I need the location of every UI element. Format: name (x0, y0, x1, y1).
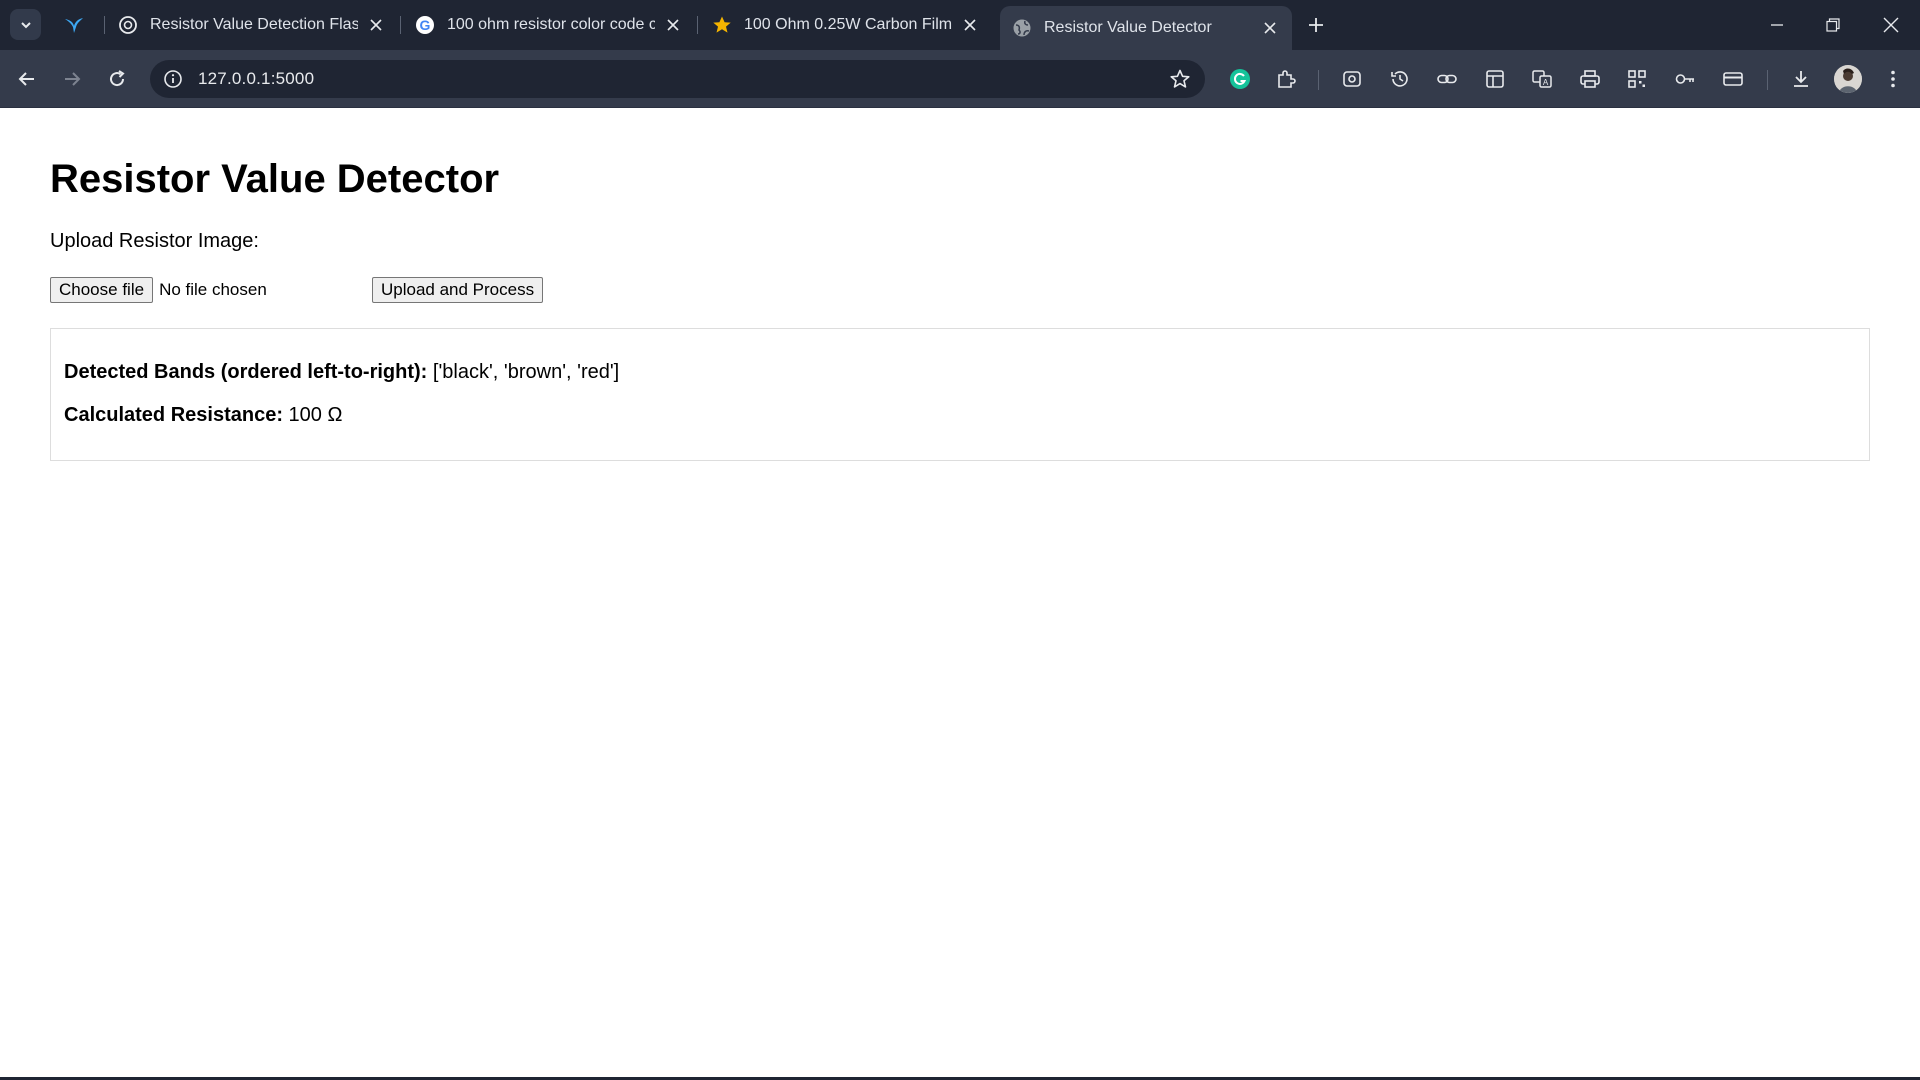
back-button[interactable] (12, 64, 42, 94)
reading-mode-button[interactable] (1480, 64, 1510, 94)
avatar-icon (1834, 65, 1862, 93)
reload-icon (110, 70, 125, 87)
grammarly-extension-button[interactable] (1225, 64, 1255, 94)
svg-text:A: A (1543, 78, 1549, 87)
layout-panel-icon (1486, 70, 1504, 88)
puzzle-icon (1278, 70, 1296, 88)
openai-icon (118, 15, 138, 35)
star-favicon-icon (712, 15, 732, 35)
close-icon[interactable] (1260, 18, 1280, 38)
tab-separator (697, 16, 698, 34)
chevron-down-icon (20, 21, 31, 28)
browser-toolbar: 127.0.0.1:5000 A (0, 50, 1920, 108)
printer-icon (1580, 70, 1600, 88)
tab-title: 100 ohm resistor color code calculator (447, 16, 655, 33)
restore-icon[interactable] (1820, 12, 1846, 38)
resistance-line: Calculated Resistance: 100 Ω (64, 404, 342, 427)
kebab-menu-icon (1891, 70, 1895, 88)
globe-icon (1012, 18, 1032, 38)
tab-strip: Resistor Value Detection Flask G 100 ohm… (0, 0, 1920, 50)
tab-title: 100 Ohm 0.25W Carbon Film Resistor (744, 16, 952, 33)
forward-button[interactable] (57, 64, 87, 94)
profile-avatar[interactable] (1834, 65, 1862, 93)
info-icon[interactable] (162, 68, 184, 90)
close-icon[interactable] (366, 15, 386, 35)
downloads-button[interactable] (1786, 64, 1816, 94)
upload-and-process-button[interactable]: Upload and Process (372, 277, 544, 303)
payment-methods-button[interactable] (1718, 64, 1748, 94)
tab-resistor-detector[interactable]: Resistor Value Detector (1000, 6, 1292, 50)
choose-file-button[interactable]: Choose file (50, 277, 154, 303)
tab-title: Resistor Value Detector (1044, 19, 1212, 36)
tab-resistor-flask[interactable]: Resistor Value Detection Flask (106, 6, 398, 44)
resistance-label: Calculated Resistance: (64, 404, 283, 426)
password-manager-button[interactable] (1670, 64, 1700, 94)
detected-bands-label: Detected Bands (ordered left-to-right): (64, 361, 428, 383)
bookmark-star-icon[interactable] (1169, 68, 1191, 90)
translate-button[interactable]: A (1527, 64, 1557, 94)
close-icon[interactable] (663, 15, 683, 35)
file-status-text: No file chosen (159, 280, 267, 299)
history-icon (1391, 71, 1408, 87)
tab-title: Resistor Value Detection Flask (150, 16, 358, 33)
menu-button[interactable] (1878, 64, 1908, 94)
detected-bands-line: Detected Bands (ordered left-to-right): … (64, 361, 619, 384)
page-content: Resistor Value Detector Upload Resistor … (0, 109, 1920, 1077)
tab-carbon-film[interactable]: 100 Ohm 0.25W Carbon Film Resistor (700, 6, 992, 44)
screenshot-button[interactable] (1337, 64, 1367, 94)
tab-separator (400, 16, 401, 34)
upload-label: Upload Resistor Image: (50, 230, 259, 252)
extensions-button[interactable] (1271, 64, 1301, 94)
result-panel: Detected Bands (ordered left-to-right): … (50, 328, 1870, 461)
copy-link-button[interactable] (1432, 64, 1462, 94)
detected-bands-value: ['black', 'brown', 'red'] (432, 361, 620, 383)
google-icon: G (415, 15, 435, 35)
toolbar-divider (1767, 70, 1768, 90)
close-icon[interactable] (960, 15, 980, 35)
translate-icon: A (1532, 70, 1552, 88)
qr-code-button[interactable] (1622, 64, 1652, 94)
link-icon (1437, 74, 1457, 84)
new-tab-icon[interactable] (1304, 13, 1328, 37)
toolbar-divider (1318, 70, 1319, 90)
print-button[interactable] (1575, 64, 1605, 94)
close-window-icon[interactable] (1878, 12, 1904, 38)
history-button[interactable] (1385, 64, 1415, 94)
arrow-left-icon (18, 72, 34, 86)
resistance-value: 100 Ω (288, 404, 343, 426)
download-icon (1794, 71, 1808, 87)
credit-card-icon (1723, 72, 1743, 86)
tab-separator (104, 16, 105, 34)
file-input[interactable]: Choose file No file chosen (50, 277, 267, 303)
page-title: Resistor Value Detector (50, 157, 500, 201)
bird-app-icon[interactable] (62, 13, 86, 37)
camera-capture-icon (1343, 71, 1361, 87)
svg-text:G: G (420, 17, 431, 33)
tab-google-search[interactable]: G 100 ohm resistor color code calculator (403, 6, 695, 44)
grammarly-icon (1230, 69, 1250, 89)
reload-button[interactable] (102, 64, 132, 94)
url-text[interactable]: 127.0.0.1:5000 (198, 69, 314, 89)
address-bar[interactable]: 127.0.0.1:5000 (150, 60, 1205, 98)
tab-search-button[interactable] (10, 9, 41, 40)
arrow-right-icon (65, 72, 81, 86)
qr-code-icon (1628, 70, 1646, 88)
key-icon (1675, 74, 1694, 84)
minimize-icon[interactable] (1764, 12, 1790, 38)
